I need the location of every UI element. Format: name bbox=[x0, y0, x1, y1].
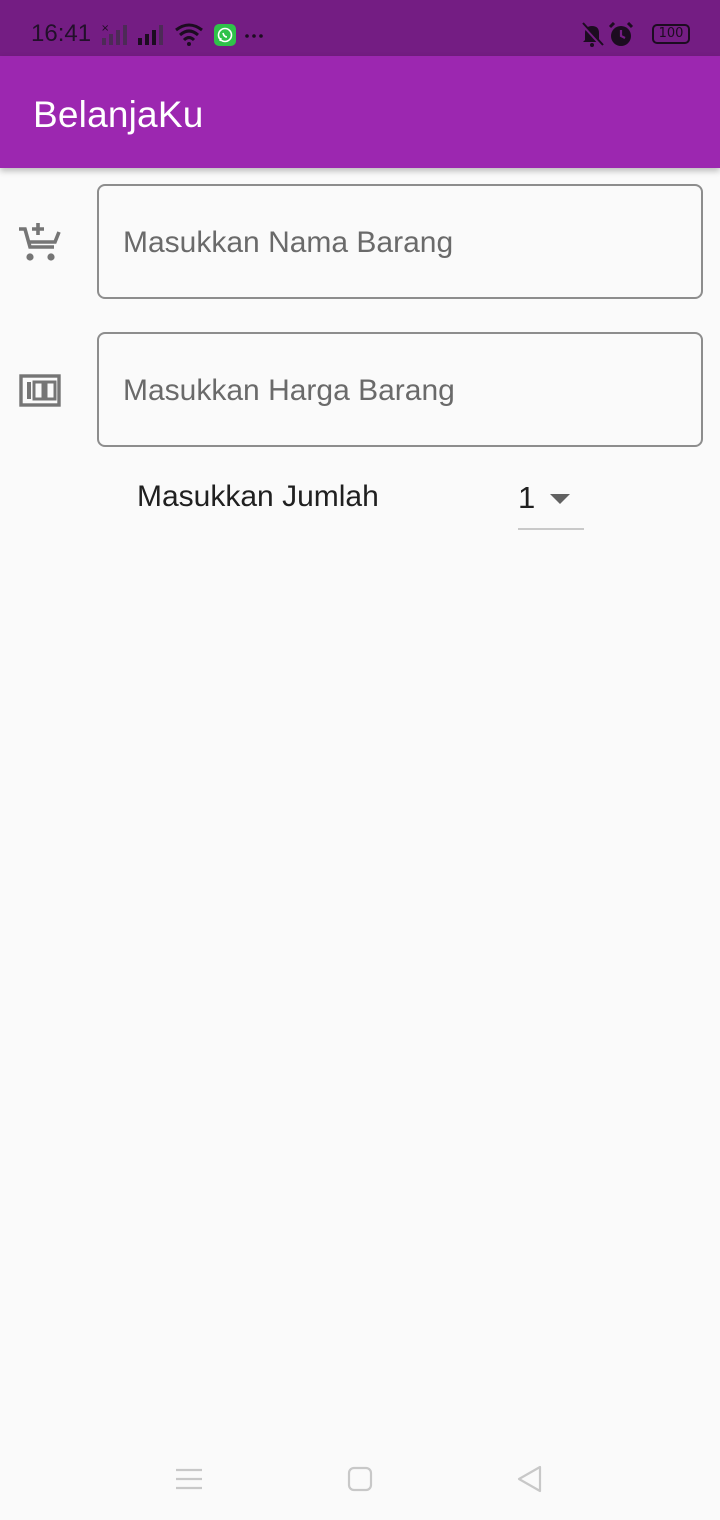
back-icon[interactable] bbox=[510, 1462, 550, 1498]
whatsapp-icon bbox=[214, 24, 236, 46]
no-signal-icon: × bbox=[101, 23, 127, 45]
nav-bar bbox=[0, 1440, 720, 1520]
price-input[interactable] bbox=[121, 334, 685, 447]
quantity-value: 1 bbox=[518, 480, 536, 515]
name-field[interactable] bbox=[97, 184, 703, 299]
add-cart-icon bbox=[19, 223, 61, 261]
svg-text:×: × bbox=[101, 23, 109, 34]
dropdown-arrow-icon bbox=[550, 494, 570, 504]
mute-icon bbox=[580, 22, 604, 48]
app-bar: BelanjaKu bbox=[0, 56, 720, 168]
quantity-dropdown[interactable]: 1 bbox=[518, 476, 584, 530]
price-field[interactable] bbox=[97, 332, 703, 447]
home-icon[interactable] bbox=[340, 1462, 380, 1498]
status-right-icons: 100 bbox=[580, 22, 690, 48]
menu-icon[interactable] bbox=[170, 1462, 210, 1498]
alarm-icon bbox=[608, 22, 634, 46]
signal-icon bbox=[138, 25, 163, 45]
status-bar: 16:41 × 100 bbox=[0, 0, 720, 56]
wifi-icon bbox=[175, 23, 203, 46]
more-dots-icon bbox=[245, 34, 263, 38]
battery-icon: 100 bbox=[652, 24, 690, 44]
status-time: 16:41 bbox=[31, 20, 92, 47]
app-title: BelanjaKu bbox=[33, 94, 204, 135]
quantity-label: Masukkan Jumlah bbox=[137, 480, 379, 513]
name-input[interactable] bbox=[121, 186, 685, 299]
money-icon bbox=[19, 374, 61, 407]
